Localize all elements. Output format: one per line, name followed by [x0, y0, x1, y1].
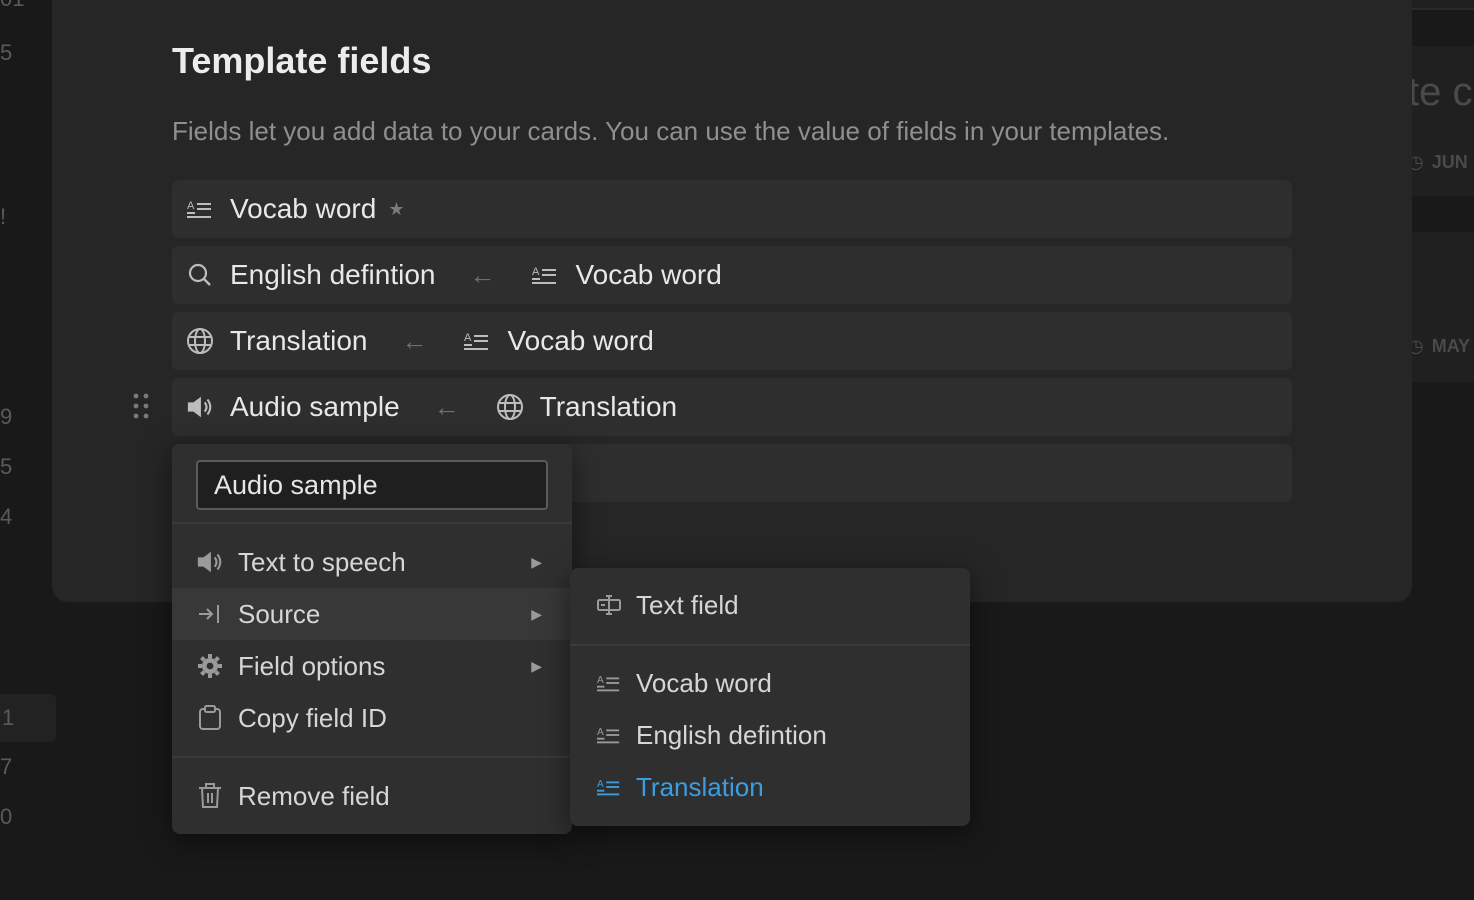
text-lines-icon: A	[463, 327, 491, 355]
bg-title: te c	[1408, 70, 1473, 114]
chevron-right-icon: ▶	[531, 605, 542, 622]
menu-divider	[172, 756, 572, 758]
globe-icon	[496, 393, 524, 421]
menu-divider	[172, 522, 572, 524]
field-name-input[interactable]	[196, 460, 548, 510]
text-lines-icon: A	[186, 195, 214, 223]
field-source-name: Vocab word	[507, 325, 654, 356]
menu-item-remove-field[interactable]: Remove field	[172, 770, 572, 822]
submenu-item-label: Vocab word	[636, 667, 772, 698]
source-arrow-icon	[196, 600, 224, 628]
bg-number: 01	[0, 0, 24, 12]
globe-icon	[186, 327, 214, 355]
svg-text:A: A	[187, 200, 195, 212]
field-row[interactable]: English defintion ← A Vocab word	[172, 246, 1292, 304]
arrow-left-icon: ←	[469, 259, 496, 290]
search-icon	[186, 261, 214, 289]
menu-item-label: Field options	[238, 650, 386, 681]
svg-text:A: A	[464, 332, 472, 344]
field-name: Vocab word	[230, 193, 377, 224]
bg-number: !	[0, 204, 7, 229]
field-row[interactable]: Translation ← A Vocab word	[172, 312, 1292, 370]
field-name: Audio sample	[230, 391, 400, 422]
bg-date: ◷ JUN	[1408, 152, 1468, 173]
text-lines-icon: A	[531, 261, 559, 289]
bg-number: 9	[0, 404, 13, 429]
clipboard-icon	[196, 704, 224, 732]
bg-date: ◷ MAY	[1408, 336, 1470, 357]
bg-number: 0	[0, 804, 13, 829]
svg-text:A: A	[597, 727, 604, 738]
chevron-right-icon: ▶	[531, 553, 542, 570]
speaker-icon	[196, 548, 224, 576]
text-lines-icon: A	[596, 670, 622, 696]
field-name: Translation	[230, 325, 368, 356]
bg-date-label: MAY	[1431, 336, 1471, 356]
source-submenu: Text field A Vocab word A English defint…	[570, 568, 970, 826]
menu-item-label: Remove field	[238, 780, 390, 811]
menu-item-field-options[interactable]: Field options ▶	[172, 640, 572, 692]
menu-item-text-to-speech[interactable]: Text to speech ▶	[172, 536, 572, 588]
field-name: English defintion	[230, 259, 436, 290]
text-field-icon	[596, 592, 622, 618]
bg-card	[1412, 0, 1474, 10]
bg-number: 1	[0, 694, 56, 742]
drag-handle-icon[interactable]	[132, 392, 150, 425]
arrow-left-icon: ←	[401, 325, 428, 356]
arrow-left-icon: ←	[433, 391, 460, 422]
bg-number: 5	[0, 40, 13, 65]
menu-divider	[570, 644, 970, 646]
star-icon: ★	[388, 198, 405, 219]
svg-text:A: A	[532, 266, 540, 278]
trash-icon	[196, 782, 224, 810]
svg-text:A: A	[597, 675, 604, 686]
menu-item-copy-field-id[interactable]: Copy field ID	[172, 692, 572, 744]
svg-text:A: A	[597, 779, 604, 790]
background-line-numbers: 01 5 ! 9 5 4 1 7 0	[0, 0, 56, 900]
speaker-icon	[186, 393, 214, 421]
text-lines-icon: A	[596, 722, 622, 748]
submenu-item-text-field[interactable]: Text field	[570, 580, 970, 630]
chevron-right-icon: ▶	[531, 657, 542, 674]
submenu-item-label: English defintion	[636, 719, 827, 750]
submenu-item-label: Translation	[636, 771, 764, 802]
field-context-menu: Text to speech ▶ Source ▶ Field options …	[172, 444, 572, 834]
submenu-item-vocab-word[interactable]: A Vocab word	[570, 658, 970, 708]
bg-number: 7	[0, 754, 13, 779]
gear-icon	[196, 652, 224, 680]
bg-number: 4	[0, 504, 13, 529]
field-source-name: Translation	[539, 391, 678, 422]
modal-description: Fields let you add data to your cards. Y…	[172, 116, 1170, 146]
modal-title: Template fields	[172, 40, 432, 81]
field-row[interactable]: Audio sample ← Translation	[172, 378, 1292, 436]
text-lines-icon: A	[596, 774, 622, 800]
bg-date-label: JUN	[1431, 152, 1468, 172]
field-row[interactable]: A Vocab word ★	[172, 180, 1292, 238]
submenu-item-translation[interactable]: A Translation	[570, 762, 970, 812]
menu-item-label: Copy field ID	[238, 702, 387, 733]
bg-card	[1412, 232, 1474, 382]
menu-item-label: Text to speech	[238, 546, 406, 577]
field-source-name: Vocab word	[575, 259, 722, 290]
submenu-item-english-defintion[interactable]: A English defintion	[570, 710, 970, 760]
menu-item-label: Source	[238, 598, 321, 629]
bg-card	[1412, 46, 1474, 196]
menu-item-source[interactable]: Source ▶	[172, 588, 572, 640]
submenu-item-label: Text field	[636, 589, 739, 620]
bg-number: 5	[0, 454, 13, 479]
background-right-panel: te c ◷ JUN ◷ MAY	[1408, 0, 1474, 900]
